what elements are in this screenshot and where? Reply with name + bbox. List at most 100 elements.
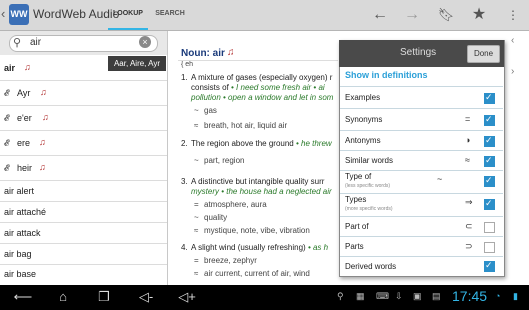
setting-types[interactable]: Types (more specific words) ⇒ — [340, 193, 503, 217]
list-item[interactable]: 𝓔 e'er ♫ — [0, 106, 167, 131]
music-note-icon: ♫ — [40, 87, 47, 97]
examples-checkbox[interactable] — [484, 92, 495, 104]
type-of-checkbox[interactable] — [484, 175, 495, 187]
wifi-icon: ◔ — [495, 291, 501, 301]
ear-icon: 𝓔 — [4, 163, 10, 173]
forward-arrow-icon[interactable]: → — [402, 5, 422, 25]
app-icon[interactable]: WW — [9, 4, 29, 25]
relation-symbol: ≈ — [194, 226, 199, 235]
ear-icon: 𝓔 — [4, 113, 10, 123]
relation-symbol: ~ — [194, 156, 199, 165]
setting-sublabel: (more specific words) — [345, 206, 393, 212]
setting-parts[interactable]: Parts ⊃ — [340, 236, 503, 257]
back-arrow-icon[interactable]: ← — [370, 5, 390, 25]
back-icon[interactable]: ⟵ — [12, 289, 34, 305]
word-label: air attaché — [4, 207, 47, 217]
double-arrow-icon: ⇒ — [465, 197, 473, 207]
part-of-checkbox[interactable] — [484, 222, 495, 233]
tilde-icon: ~ — [437, 174, 443, 184]
bookmark-add-icon[interactable]: 🔖︎ — [436, 5, 456, 25]
sense-example: mystery • the house had a neglected air — [191, 187, 332, 196]
setting-synonyms[interactable]: Synonyms = — [340, 108, 503, 131]
list-item[interactable]: 𝓔 heir ♫ — [0, 156, 167, 181]
app-title: WordWeb Audio — [33, 7, 120, 21]
entry-heading: Noun: air — [181, 48, 225, 59]
relation-symbol: ~ — [194, 213, 199, 222]
parts-checkbox[interactable] — [484, 242, 495, 253]
settings-title: Settings — [400, 47, 437, 58]
usb-icon: ⚲ — [337, 291, 344, 301]
word-label: air base — [4, 269, 37, 279]
relation-symbol: ≈ — [194, 269, 199, 278]
setting-label: Parts — [345, 242, 364, 251]
setting-label: Synonyms — [345, 115, 383, 124]
setting-label: Examples — [345, 93, 381, 102]
setting-similar-words[interactable]: Similar words ≈ — [340, 150, 503, 171]
list-item[interactable]: air base — [0, 265, 167, 284]
list-item[interactable]: 𝓔 Ayr ♫ — [0, 81, 167, 106]
setting-label: Derived words — [345, 262, 397, 271]
relation-symbol: ~ — [194, 106, 199, 115]
synonyms-checkbox[interactable] — [484, 114, 495, 126]
setting-examples[interactable]: Examples — [340, 86, 503, 109]
ear-icon: 𝓔 — [4, 88, 10, 98]
word-label: heir — [17, 163, 33, 173]
setting-derived-words[interactable]: Derived words — [340, 256, 503, 276]
relation-text[interactable]: breath, hot air, liquid air — [204, 121, 287, 130]
relation-text[interactable]: gas — [204, 106, 217, 115]
similar-words-checkbox[interactable] — [484, 155, 495, 167]
sense-text: The region above the ground • he threw — [191, 139, 332, 148]
word-label: air — [4, 63, 16, 73]
setting-type-of[interactable]: Type of (less specific words) ~ — [340, 170, 503, 194]
relation-symbol: = — [194, 200, 199, 209]
image-icon: ▦ — [356, 291, 365, 301]
music-note-icon[interactable]: ♫ — [227, 47, 235, 58]
system-nav-bar — [0, 285, 529, 310]
list-item[interactable]: air bag — [0, 244, 167, 265]
relation-text[interactable]: part, region — [204, 156, 244, 165]
relation-text[interactable]: mystique, note, vibe, vibration — [204, 226, 310, 235]
relation-text[interactable]: quality — [204, 213, 227, 222]
home-icon[interactable]: ⌂ — [52, 289, 74, 305]
tab-search[interactable]: SEARCH — [150, 0, 190, 30]
volume-down-icon[interactable]: ◁- — [137, 289, 155, 305]
list-item[interactable]: air attack — [0, 223, 167, 244]
setting-antonyms[interactable]: Antonyms ◑ — [340, 130, 503, 151]
setting-label: Type of — [345, 172, 372, 181]
chevron-left-icon[interactable]: ‹ — [511, 35, 527, 55]
relation-symbol: ≈ — [194, 121, 199, 130]
relation-text[interactable]: air current, current of air, wind — [204, 269, 310, 278]
half-circle-icon: ◑ — [465, 135, 471, 145]
sense-example: pollution • open a window and let in som — [191, 93, 334, 102]
done-button[interactable]: Done — [467, 45, 500, 63]
word-label: air alert — [4, 186, 35, 196]
list-item[interactable]: 𝓔 ere ♫ — [0, 131, 167, 156]
antonyms-checkbox[interactable] — [484, 135, 495, 147]
relation-text[interactable]: atmosphere, aura — [204, 200, 267, 209]
relation-symbol: = — [194, 256, 199, 265]
chevron-left-icon[interactable]: ‹ — [1, 6, 9, 22]
clear-icon[interactable]: × — [139, 36, 151, 48]
search-input[interactable] — [30, 36, 130, 49]
list-item[interactable]: air alert — [0, 181, 167, 202]
word-label: ere — [17, 138, 31, 148]
section-heading: Show in definitions — [345, 70, 428, 80]
relation-text[interactable]: breeze, zephyr — [204, 256, 257, 265]
subset-icon: ⊂ — [465, 221, 473, 231]
setting-sublabel: (less specific words) — [345, 183, 391, 189]
derived-words-checkbox[interactable] — [484, 260, 495, 272]
approx-icon: ≈ — [465, 155, 470, 165]
setting-part-of[interactable]: Part of ⊂ — [340, 216, 503, 237]
chevron-right-icon[interactable]: › — [511, 66, 514, 77]
overflow-menu-icon[interactable]: ⋮ — [503, 5, 523, 25]
star-icon[interactable]: ★ — [469, 5, 489, 25]
types-checkbox[interactable] — [484, 198, 495, 210]
equals-icon: = — [465, 114, 471, 124]
sense-text: A mixture of gases (especially oxygen) r — [191, 73, 333, 82]
list-item[interactable]: air attaché — [0, 202, 167, 223]
volume-up-icon[interactable]: ◁+ — [178, 289, 196, 305]
word-label: air attack — [4, 228, 41, 238]
search-icon: ⚲ — [13, 37, 22, 49]
recent-apps-icon[interactable]: ❐ — [93, 289, 115, 305]
tab-lookup[interactable]: LOOKUP — [108, 0, 148, 30]
